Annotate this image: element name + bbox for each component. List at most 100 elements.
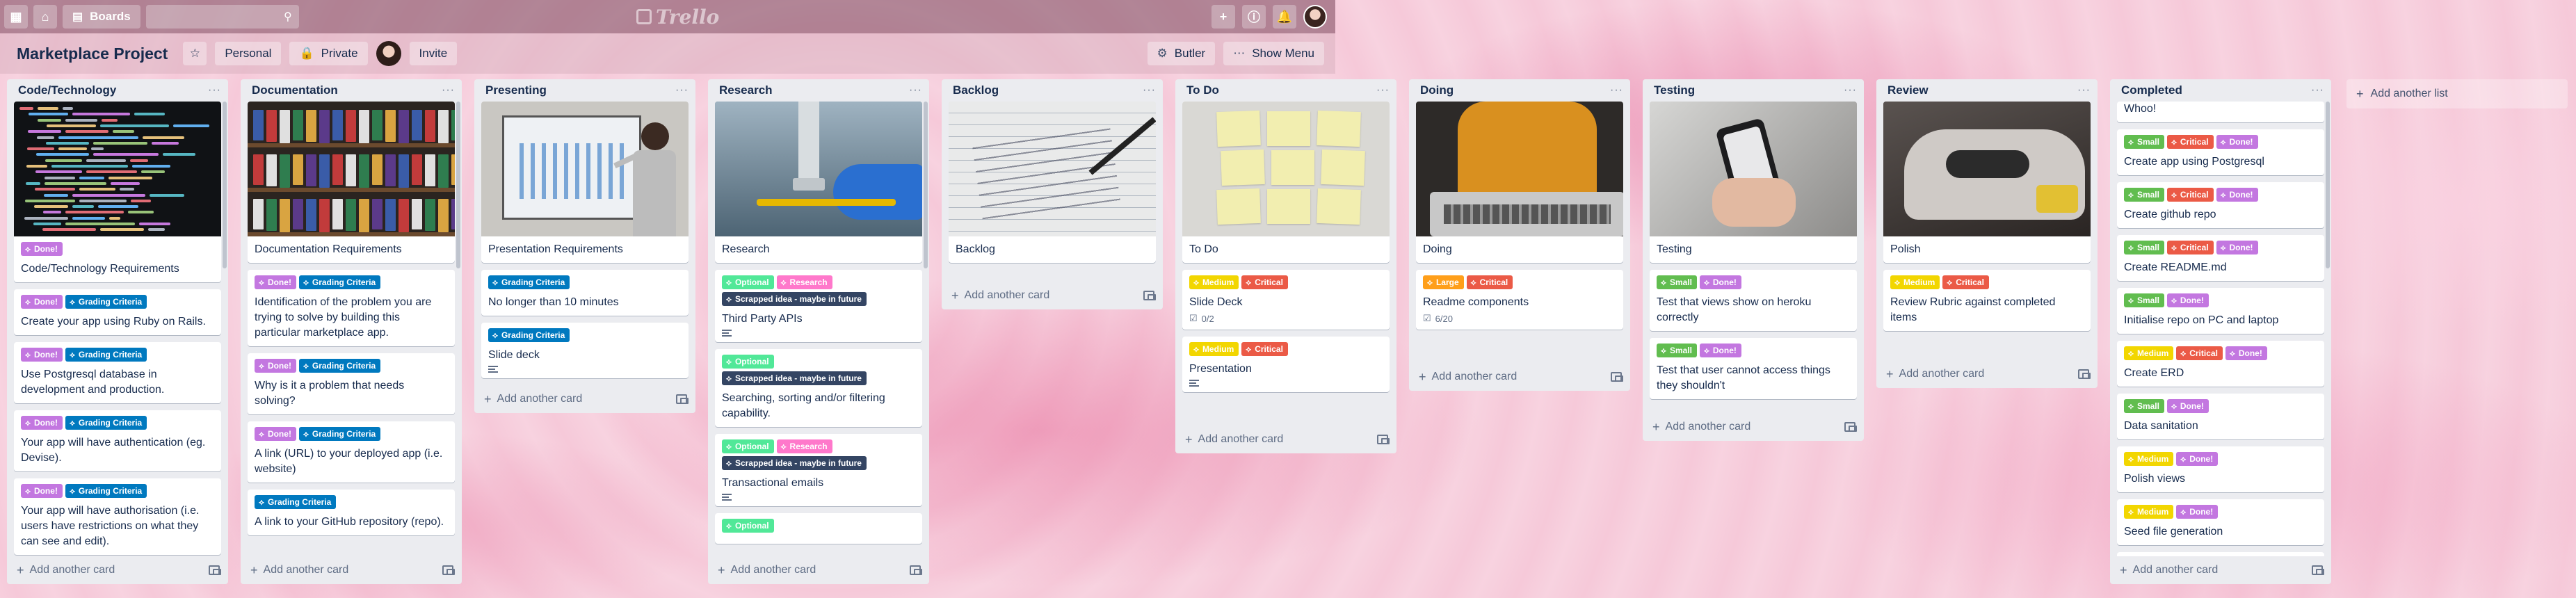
list-title[interactable]: Completed [2121, 83, 2182, 97]
card-template-icon[interactable] [209, 565, 221, 575]
card-template-icon[interactable] [910, 565, 922, 575]
card[interactable]: ⟡ Done! ⟡ Grading Criteria Identification of… [248, 270, 455, 346]
label-critical[interactable]: ⟡ Critical [1241, 342, 1288, 356]
card[interactable]: Doing [1416, 102, 1623, 263]
label-done-[interactable]: ⟡ Done! [255, 359, 296, 373]
card[interactable]: ⟡ Small ⟡ Done! Test that user cannot access… [1650, 338, 1857, 399]
card[interactable]: ⟡ Done! ⟡ Grading Criteria Why is it a probl… [248, 353, 455, 414]
label-critical[interactable]: ⟡ Critical [1466, 275, 1513, 289]
list-title[interactable]: Presenting [485, 83, 547, 97]
label-medium[interactable]: ⟡ Medium [1189, 275, 1239, 289]
card[interactable]: ⟡Medium⟡Done! [2117, 552, 2324, 556]
label-large[interactable]: ⟡ Large [1423, 275, 1464, 289]
more-dots-icon[interactable]: ··· [442, 84, 455, 97]
add-card-button[interactable]: + Add another card [1185, 433, 1283, 447]
card[interactable]: ⟡ Done! ⟡ Grading Criteria Use Postgresql da… [14, 342, 221, 403]
add-card-button[interactable]: + Add another card [2120, 563, 2218, 578]
label-small[interactable]: ⟡ Small [2124, 399, 2164, 413]
card[interactable]: Research [715, 102, 922, 263]
card[interactable]: Polish [1883, 102, 2091, 263]
list-scrollbar[interactable] [2326, 102, 2330, 268]
label-small[interactable]: ⟡ Small [1657, 344, 1697, 357]
label-critical[interactable]: ⟡ Critical [2176, 346, 2223, 360]
label-grading-criteria[interactable]: ⟡ Grading Criteria [488, 275, 570, 289]
add-list-button[interactable]: + Add another list [2346, 79, 2568, 108]
add-card-button[interactable]: + Add another card [1652, 420, 1750, 435]
card[interactable]: ⟡ Small ⟡ Done! Test that views show on hero… [1650, 270, 1857, 331]
card[interactable]: ⟡ Grading Criteria A link to your GitHub r… [248, 490, 455, 535]
label-grading-criteria[interactable]: ⟡ Grading Criteria [65, 348, 147, 362]
label-done-[interactable]: ⟡ Done! [21, 416, 63, 430]
card[interactable]: Presentation Requirements [481, 102, 689, 263]
label-optional[interactable]: ⟡ Optional [722, 275, 774, 289]
label-small[interactable]: ⟡ Small [1657, 275, 1697, 289]
card[interactable]: ⟡ Small ⟡ Done! Initialise repo on PC and la… [2117, 288, 2324, 334]
label-grading-criteria[interactable]: ⟡ Grading Criteria [298, 427, 381, 441]
label-done-[interactable]: ⟡ Done! [1699, 275, 1741, 289]
card-template-icon[interactable] [442, 565, 455, 575]
add-card-button[interactable]: + Add another card [484, 392, 582, 407]
card[interactable]: ⟡ Optional ⟡ Scrapped idea - maybe in futur… [715, 349, 922, 427]
label-critical[interactable]: ⟡ Critical [2166, 188, 2214, 202]
more-dots-icon[interactable]: ··· [675, 84, 689, 97]
label-medium[interactable]: ⟡ Medium [1189, 342, 1239, 356]
card[interactable]: ⟡ Grading Criteria No longer than 10 minut… [481, 270, 689, 316]
label-scrapped-idea-maybe-in-future[interactable]: ⟡ Scrapped idea - maybe in future [722, 456, 867, 470]
list-title[interactable]: Code/Technology [18, 83, 116, 97]
label-done-[interactable]: ⟡ Done! [2166, 399, 2209, 413]
card[interactable]: ⟡ Done! ⟡ Grading Criteria Your app will hav… [14, 410, 221, 471]
more-dots-icon[interactable]: ··· [1844, 84, 1857, 97]
list-scrollbar[interactable] [223, 102, 227, 268]
label-grading-criteria[interactable]: ⟡ Grading Criteria [298, 359, 381, 373]
label-grading-criteria[interactable]: ⟡ Grading Criteria [488, 328, 570, 342]
card[interactable]: ⟡ Medium ⟡ Critical Slide Deck ☑ 0/2 [1182, 270, 1390, 330]
label-done-[interactable]: ⟡ Done! [2166, 293, 2209, 307]
label-grading-criteria[interactable]: ⟡ Grading Criteria [298, 275, 381, 289]
label-done-[interactable]: ⟡ Done! [2176, 452, 2219, 466]
label-done-[interactable]: ⟡ Done! [21, 295, 63, 309]
card-template-icon[interactable] [1844, 422, 1857, 432]
label-done-[interactable]: ⟡ Done! [2176, 505, 2219, 519]
card[interactable]: Backlog [949, 102, 1156, 263]
card[interactable]: ⟡ Small ⟡ Done! Data sanitation [2117, 394, 2324, 439]
label-small[interactable]: ⟡ Small [2124, 135, 2164, 149]
label-grading-criteria[interactable]: ⟡ Grading Criteria [65, 295, 147, 309]
label-done-[interactable]: ⟡ Done! [21, 484, 63, 498]
more-dots-icon[interactable]: ··· [208, 84, 221, 97]
label-done-[interactable]: ⟡ Done! [2216, 241, 2258, 254]
card[interactable]: ⟡ Medium ⟡ Critical Presentation [1182, 337, 1390, 392]
card[interactable]: ⟡ Medium ⟡ Done! Polish views [2117, 446, 2324, 492]
add-card-button[interactable]: + Add another card [17, 563, 115, 578]
card[interactable]: ⟡ Done! ⟡ Grading Criteria A link (URL) to y… [248, 421, 455, 483]
list-title[interactable]: Review [1887, 83, 1929, 97]
card[interactable]: Testing [1650, 102, 1857, 263]
label-research[interactable]: ⟡ Research [776, 275, 832, 289]
add-card-button[interactable]: + Add another card [1886, 367, 1984, 382]
label-small[interactable]: ⟡ Small [2124, 188, 2164, 202]
label-done-[interactable]: ⟡ Done! [255, 275, 296, 289]
list-title[interactable]: Documentation [252, 83, 338, 97]
label-medium[interactable]: ⟡ Medium [2124, 452, 2174, 466]
card[interactable]: ⟡ Optional [715, 513, 922, 544]
more-dots-icon[interactable]: ··· [909, 84, 922, 97]
list-title[interactable]: Doing [1420, 83, 1454, 97]
more-dots-icon[interactable]: ··· [1143, 84, 1156, 97]
card[interactable]: ⟡ Done! ⟡ Grading Criteria Create your app u… [14, 289, 221, 335]
card[interactable]: Whoo! [2117, 102, 2324, 122]
label-small[interactable]: ⟡ Small [2124, 241, 2164, 254]
card-template-icon[interactable] [676, 394, 689, 404]
label-critical[interactable]: ⟡ Critical [1241, 275, 1288, 289]
more-dots-icon[interactable]: ··· [2311, 84, 2324, 97]
list-scrollbar[interactable] [456, 102, 460, 268]
card-template-icon[interactable] [2312, 565, 2324, 575]
card[interactable]: ⟡ Grading Criteria Slide deck [481, 323, 689, 378]
list-title[interactable]: To Do [1186, 83, 1219, 97]
card[interactable]: ⟡ Small ⟡ Critical ⟡ Done! Create github repo [2117, 182, 2324, 228]
list-title[interactable]: Backlog [953, 83, 999, 97]
label-small[interactable]: ⟡ Small [2124, 293, 2164, 307]
card[interactable]: ⟡ Small ⟡ Critical ⟡ Done! Create README.md [2117, 235, 2324, 281]
card-template-icon[interactable] [1377, 435, 1390, 444]
label-scrapped-idea-maybe-in-future[interactable]: ⟡ Scrapped idea - maybe in future [722, 292, 867, 306]
card[interactable]: ⟡ Optional ⟡ Research ⟡ Scrapped idea - maybe… [715, 434, 922, 506]
card[interactable]: ⟡ Medium ⟡ Critical Review Rubric against co… [1883, 270, 2091, 331]
